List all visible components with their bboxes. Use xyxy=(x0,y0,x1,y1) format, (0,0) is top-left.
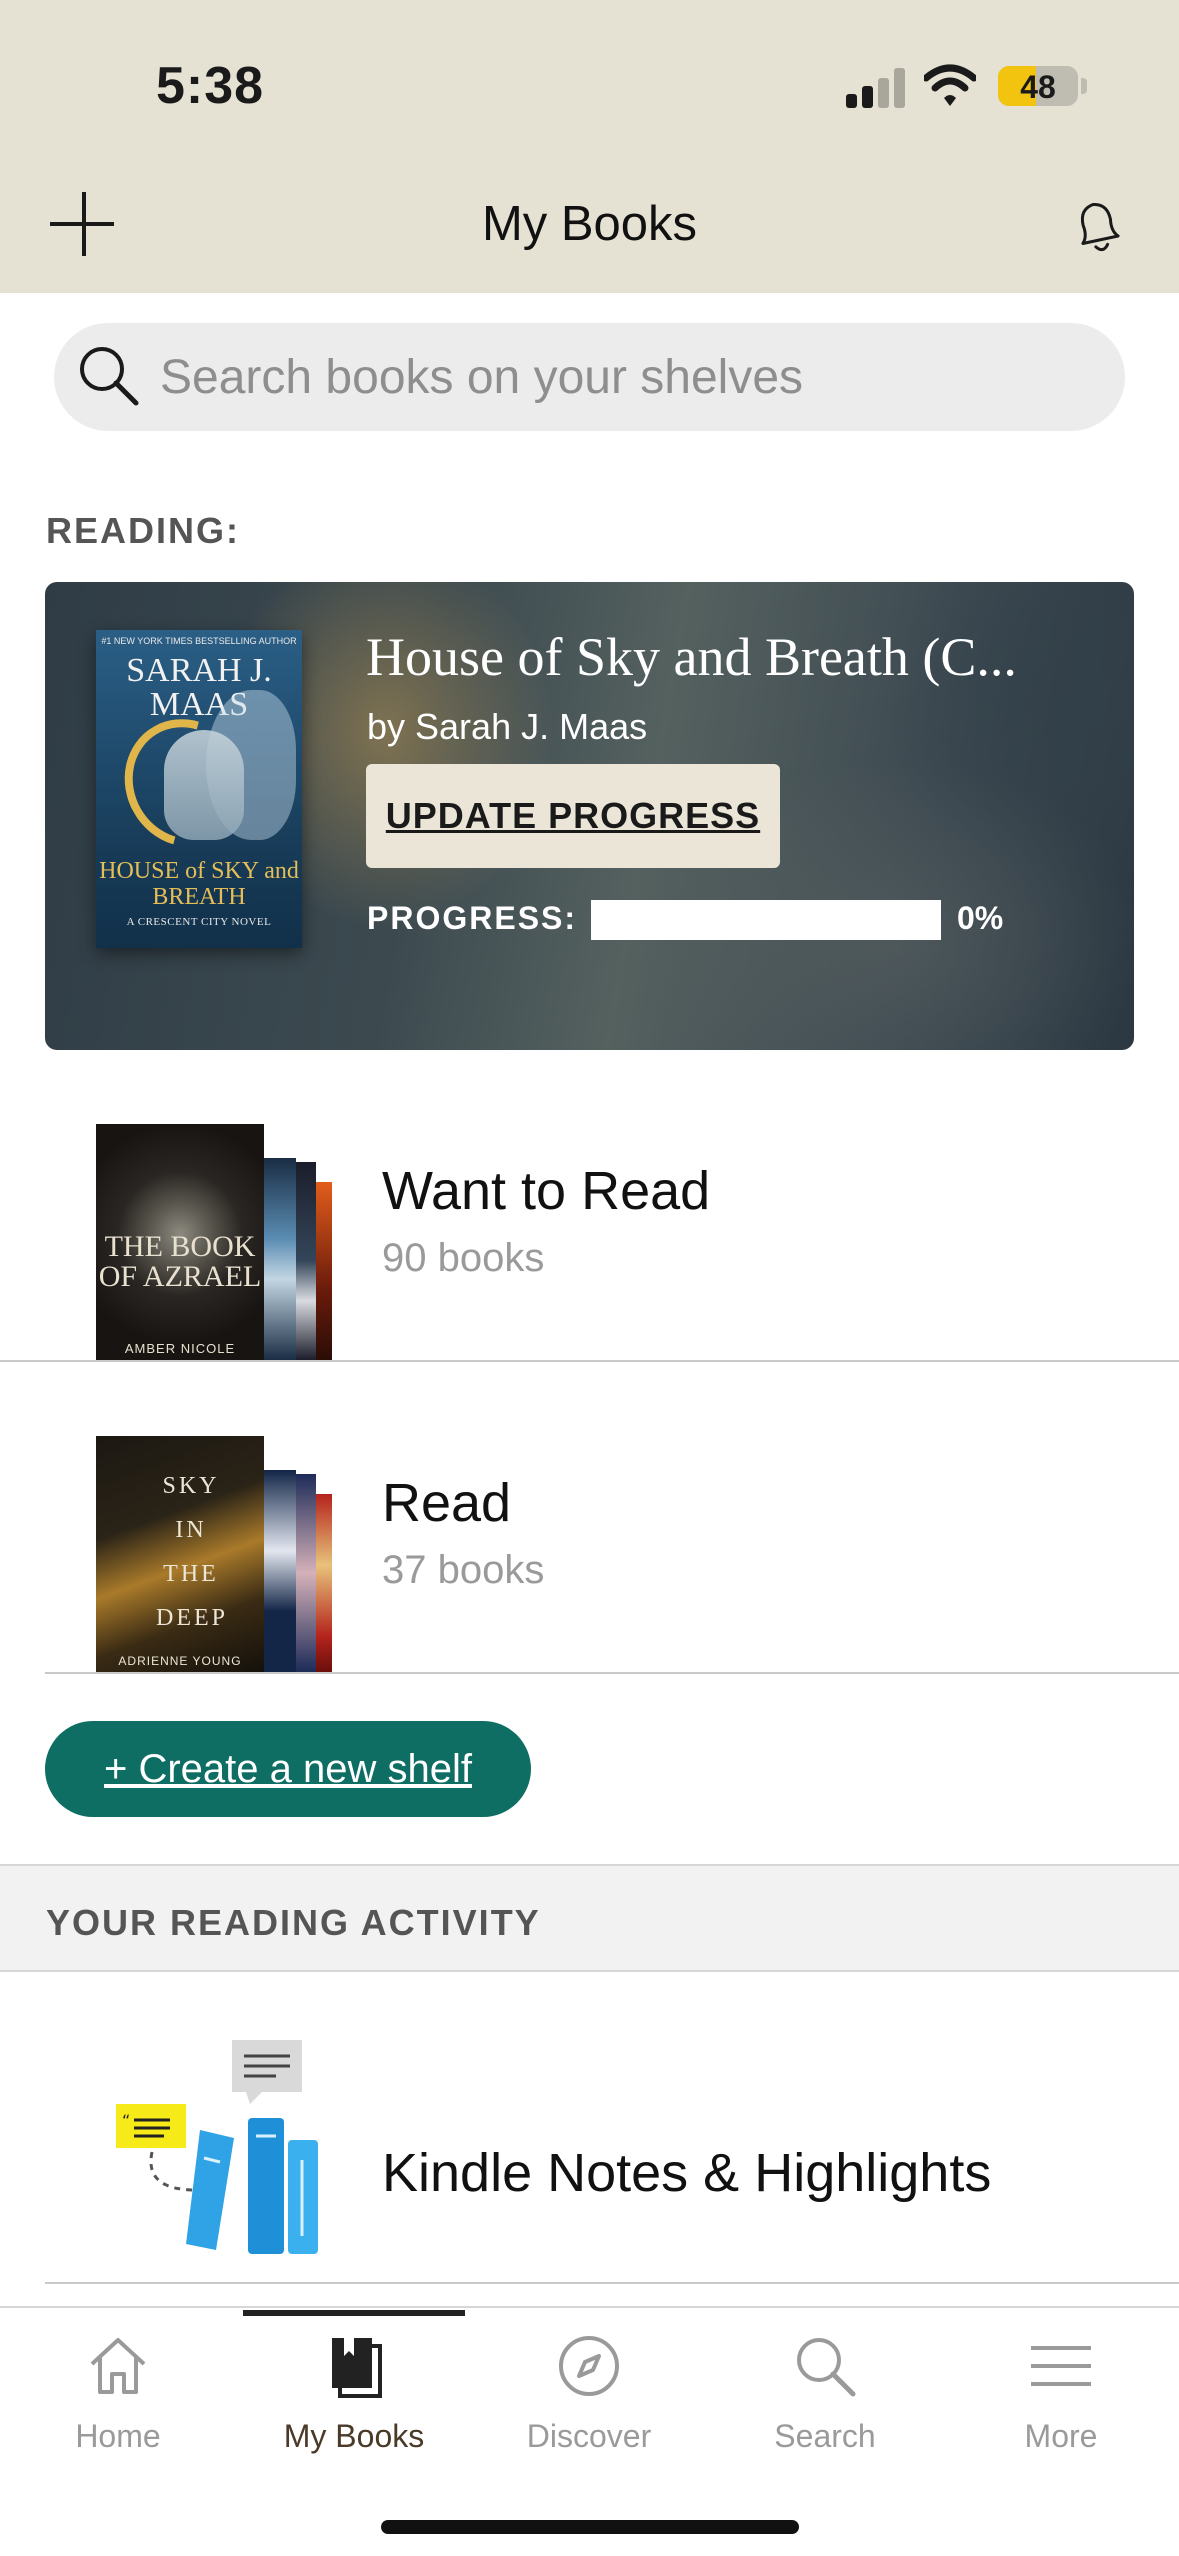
currently-reading-card[interactable]: #1 NEW YORK TIMES BESTSELLING AUTHOR SAR… xyxy=(45,582,1134,1050)
progress-percent: 0% xyxy=(957,900,1004,936)
tab-discover[interactable]: Discover xyxy=(471,2308,707,2458)
cover-title: SKY IN THE DEEP xyxy=(156,1473,228,1631)
bell-icon[interactable] xyxy=(1066,196,1130,260)
status-time: 5:38 xyxy=(156,57,265,115)
cover-tagline: #1 NEW YORK TIMES BESTSELLING AUTHOR xyxy=(101,636,297,646)
tab-label: More xyxy=(1024,2418,1098,2454)
search-icon xyxy=(797,2338,856,2397)
shelf-name: Want to Read xyxy=(382,1161,711,1221)
tab-label: Search xyxy=(774,2418,876,2454)
wifi-icon xyxy=(924,64,976,106)
shelf-count: 37 books xyxy=(382,1548,545,1592)
shelf-want-to-read[interactable]: THE BOOK OF AZRAEL AMBER NICOLE Want to … xyxy=(0,1124,1179,1362)
cover-sky-in-the-deep: SKY IN THE DEEP ADRIENNE YOUNG xyxy=(96,1436,264,1672)
tab-bar: Home My Books Discover Search More xyxy=(0,2306,1179,2556)
kindle-notes-row[interactable]: “ Kindle Notes & Highlights xyxy=(0,1974,1179,2284)
divider xyxy=(45,2282,1179,2284)
battery-tip xyxy=(1081,78,1087,94)
search-input[interactable] xyxy=(160,345,1080,409)
progress-label: PROGRESS: xyxy=(367,900,578,936)
tab-label: Home xyxy=(75,2418,161,2454)
progress-bar xyxy=(591,900,941,940)
update-progress-button[interactable]: UPDATE PROGRESS xyxy=(366,764,780,868)
book-author: by Sarah J. Maas xyxy=(367,706,648,747)
divider xyxy=(45,1672,1179,1674)
cover-title: THE BOOK OF AZRAEL xyxy=(98,1230,262,1293)
reading-section-label: READING: xyxy=(46,510,240,551)
book-cover[interactable]: #1 NEW YORK TIMES BESTSELLING AUTHOR SAR… xyxy=(96,630,302,948)
home-indicator[interactable] xyxy=(381,2520,799,2534)
shelf-cover-stack: SKY IN THE DEEP ADRIENNE YOUNG xyxy=(96,1436,336,1672)
header-bar: 5:38 48 My Books xyxy=(0,0,1179,293)
battery-icon: 48 xyxy=(998,66,1078,106)
search-bar[interactable] xyxy=(54,323,1125,431)
reading-activity-label: YOUR READING ACTIVITY xyxy=(46,1902,541,1943)
shelf-name: Read xyxy=(382,1473,512,1533)
cellular-signal-icon xyxy=(846,68,906,108)
search-icon xyxy=(80,347,139,406)
tab-home[interactable]: Home xyxy=(0,2308,236,2458)
notes-highlights-label: Kindle Notes & Highlights xyxy=(382,2143,992,2203)
svg-text:“: “ xyxy=(122,2111,130,2130)
shelf-read[interactable]: SKY IN THE DEEP ADRIENNE YOUNG Read 37 b… xyxy=(0,1436,1179,1674)
notes-highlights-icon: “ xyxy=(116,2040,318,2254)
battery-level: 48 xyxy=(1020,69,1056,105)
home-icon xyxy=(90,2338,146,2394)
active-tab-indicator xyxy=(243,2310,465,2316)
tab-my-books[interactable]: My Books xyxy=(236,2308,472,2458)
reading-activity-header: YOUR READING ACTIVITY xyxy=(0,1864,1179,1972)
cover-book-of-azrael: THE BOOK OF AZRAEL AMBER NICOLE xyxy=(96,1124,264,1360)
menu-icon xyxy=(1031,2346,1091,2386)
cover-author: AMBER NICOLE xyxy=(124,1341,236,1356)
books-icon xyxy=(332,2338,382,2398)
tab-label: My Books xyxy=(283,2418,425,2454)
shelf-count: 90 books xyxy=(382,1236,545,1280)
tab-more[interactable]: More xyxy=(943,2308,1179,2458)
divider xyxy=(0,1360,1179,1362)
book-title[interactable]: House of Sky and Breath (C... xyxy=(366,626,1096,688)
create-shelf-button[interactable]: + Create a new shelf xyxy=(45,1721,531,1817)
tab-label: Discover xyxy=(526,2418,652,2454)
cover-subtitle: A CRESCENT CITY NOVEL xyxy=(126,916,272,928)
shelf-cover-stack: THE BOOK OF AZRAEL AMBER NICOLE xyxy=(96,1124,336,1360)
cover-author: ADRIENNE YOUNG xyxy=(118,1654,242,1668)
page-title: My Books xyxy=(481,197,698,251)
cover-title: HOUSE of SKY and BREATH xyxy=(99,858,299,910)
compass-icon xyxy=(559,2336,619,2396)
tab-search[interactable]: Search xyxy=(707,2308,943,2458)
